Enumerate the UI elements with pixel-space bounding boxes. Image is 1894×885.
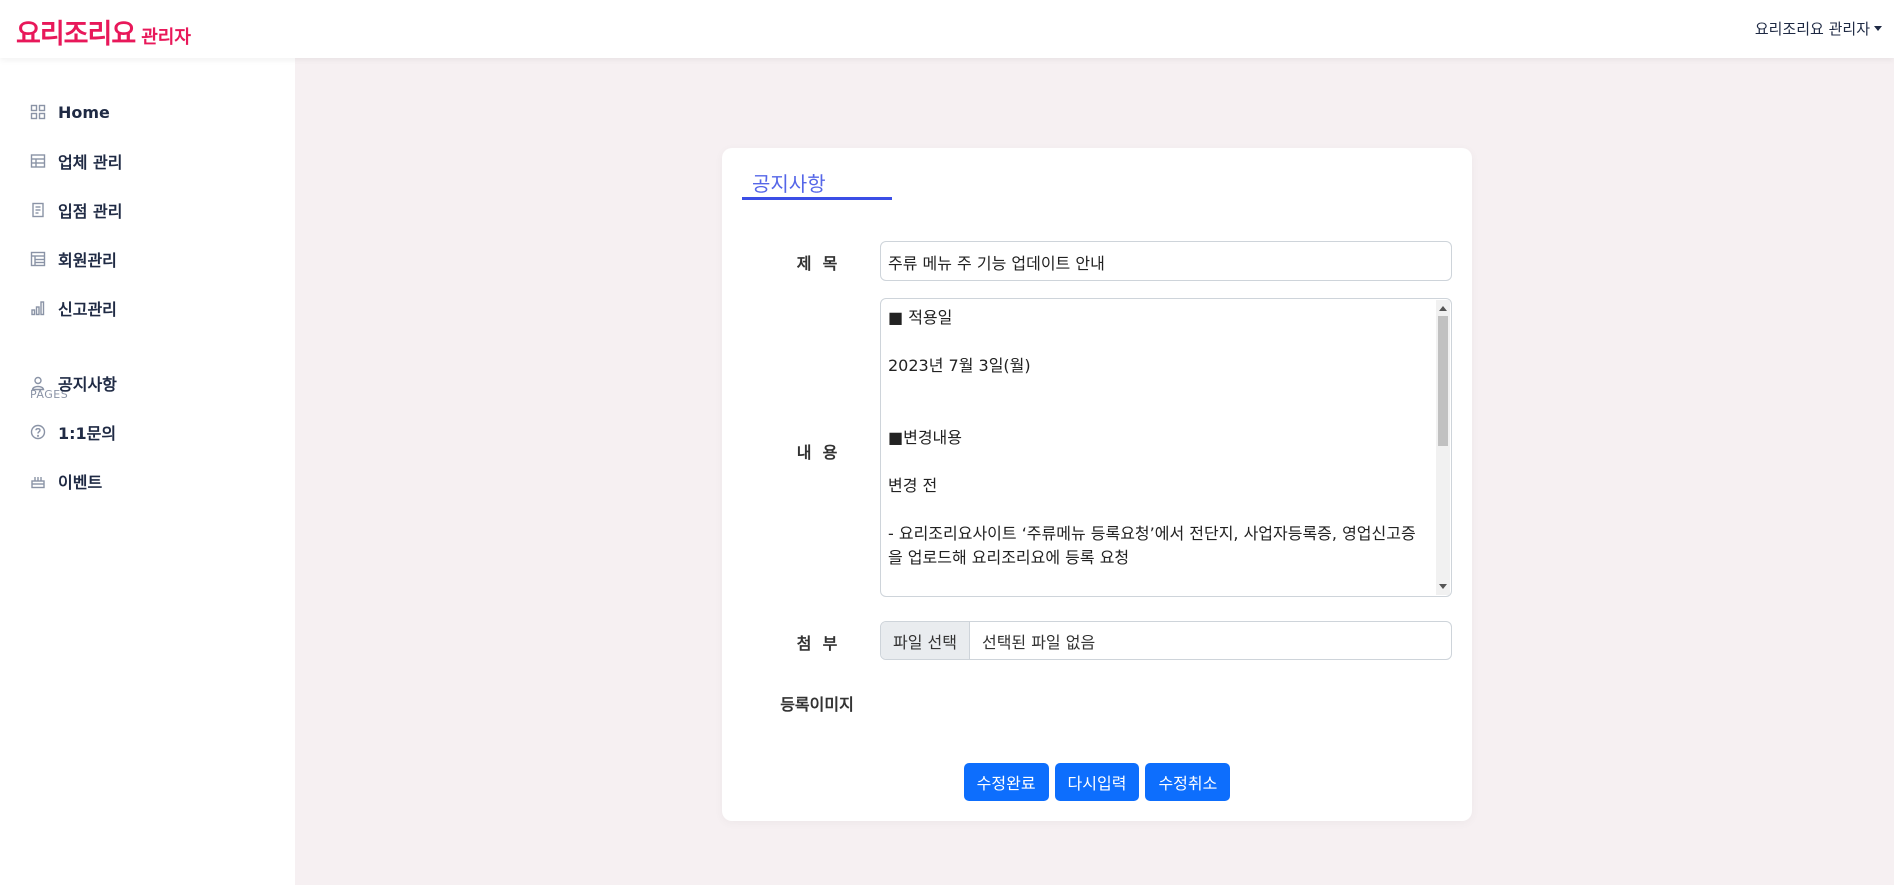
user-menu-dropdown[interactable]: 요리조리요 관리자 xyxy=(1755,18,1882,39)
sidebar-item-label: 이벤트 xyxy=(58,473,103,492)
card-title: 공지사항 xyxy=(752,172,826,196)
sidebar-item-label: 신고관리 xyxy=(58,300,117,319)
sidebar: Home 업체 관리 입점 관리 회원관리 신고관리 PAGES 공지사항 1:… xyxy=(0,58,295,885)
caret-down-icon xyxy=(1874,26,1882,31)
file-select-button[interactable]: 파일 선택 xyxy=(881,622,970,659)
sidebar-item-label: 업체 관리 xyxy=(58,153,123,172)
sidebar-item-events[interactable]: 이벤트 xyxy=(30,469,102,493)
scroll-down-arrow-icon[interactable] xyxy=(1439,584,1447,589)
logo-sub-text: 관리자 xyxy=(141,27,191,48)
user-icon xyxy=(31,376,45,391)
user-menu-label: 요리조리요 관리자 xyxy=(1754,20,1870,38)
sidebar-item-label: 공지사항 xyxy=(58,375,117,394)
sidebar-item-label: 1:1문의 xyxy=(58,424,117,443)
notice-edit-card: 공지사항 제 목 주류 메뉴 주 기능 업데이트 안내 내 용 ■ 적용일 20… xyxy=(722,148,1472,821)
content-scrollbar[interactable] xyxy=(1436,300,1450,595)
question-icon xyxy=(30,424,46,440)
grid-icon xyxy=(30,104,46,120)
scroll-thumb[interactable] xyxy=(1438,316,1448,446)
sidebar-item-label: 입점 관리 xyxy=(58,202,123,221)
content-textarea[interactable]: ■ 적용일 2023년 7월 3일(월) ■변경내용 변경 전 - 요리조리요사… xyxy=(880,298,1452,597)
sidebar-item-stores[interactable]: 입점 관리 xyxy=(30,198,122,222)
layout-icon xyxy=(30,154,46,168)
sidebar-item-label: 회원관리 xyxy=(58,251,117,270)
reset-button[interactable]: 다시입력 xyxy=(1054,763,1140,801)
scroll-up-arrow-icon[interactable] xyxy=(1439,306,1447,311)
content-text: ■ 적용일 2023년 7월 3일(월) ■변경내용 변경 전 - 요리조리요사… xyxy=(888,308,1416,567)
top-navbar: 요리조리요 관리자 요리조리요 관리자 xyxy=(0,0,1894,58)
logo-main-text: 요리조리요 xyxy=(16,19,136,50)
form-button-row: 수정완료 다시입력 수정취소 xyxy=(722,763,1472,801)
cake-icon xyxy=(31,477,45,489)
sidebar-item-companies[interactable]: 업체 관리 xyxy=(30,149,122,173)
file-status: 선택된 파일 없음 xyxy=(981,632,1096,652)
document-icon xyxy=(32,202,44,218)
logo[interactable]: 요리조리요 관리자 xyxy=(16,12,191,51)
table-icon xyxy=(30,251,46,267)
sidebar-item-notices[interactable]: 공지사항 xyxy=(30,371,117,395)
title-input[interactable]: 주류 메뉴 주 기능 업데이트 안내 xyxy=(880,241,1452,281)
content-label: 내 용 xyxy=(796,443,838,462)
submit-edit-button[interactable]: 수정완료 xyxy=(963,763,1049,801)
image-label: 등록이미지 xyxy=(780,695,854,714)
title-underline xyxy=(742,197,892,200)
sidebar-item-label: Home xyxy=(58,102,110,122)
sidebar-item-home[interactable]: Home xyxy=(30,100,110,124)
file-input[interactable]: 파일 선택 선택된 파일 없음 xyxy=(880,621,1452,660)
sidebar-item-inquiry[interactable]: 1:1문의 xyxy=(30,420,116,444)
bar-chart-icon xyxy=(31,301,45,316)
cancel-edit-button[interactable]: 수정취소 xyxy=(1145,763,1231,801)
sidebar-item-reports[interactable]: 신고관리 xyxy=(30,296,117,320)
sidebar-item-members[interactable]: 회원관리 xyxy=(30,247,117,271)
attach-label: 첨 부 xyxy=(796,634,838,653)
title-label: 제 목 xyxy=(796,254,838,273)
